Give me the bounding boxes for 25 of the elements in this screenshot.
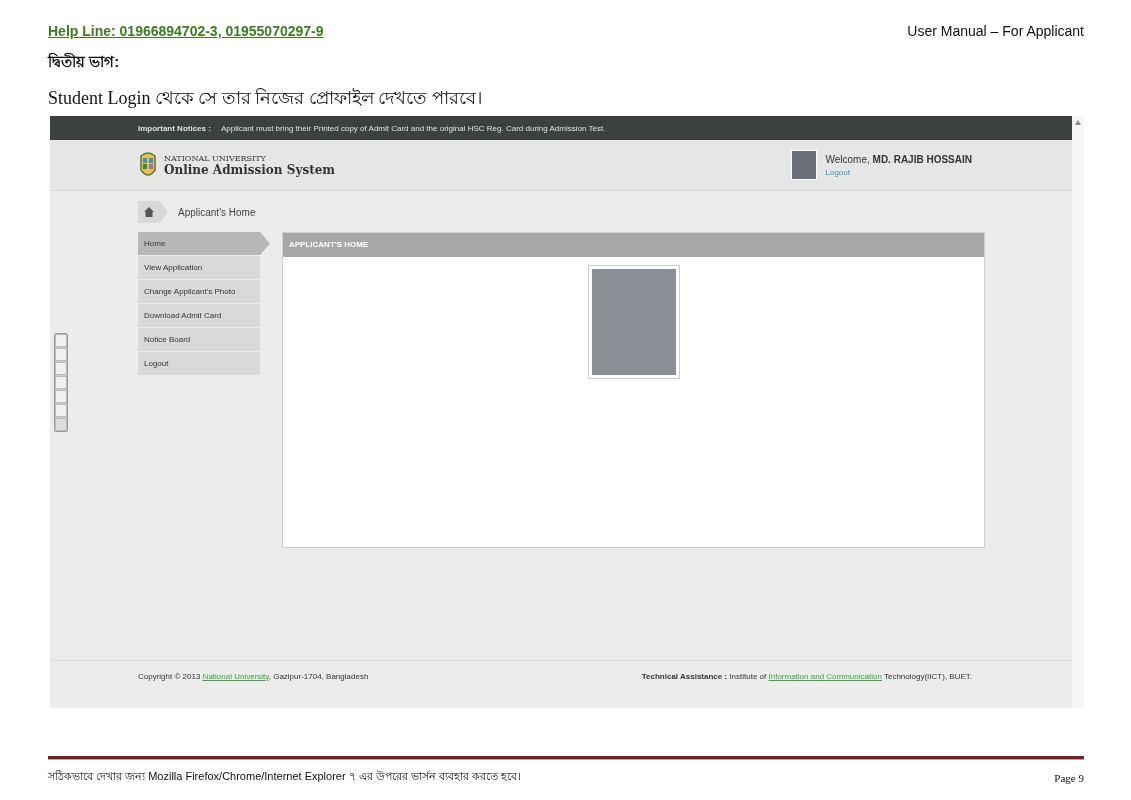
menu-item[interactable]: View Application [138, 256, 260, 279]
university-name: NATIONAL UNIVERSITY [164, 153, 267, 163]
menu-item[interactable]: Logout [138, 352, 260, 375]
section-heading: দ্বিতীয় ভাগ: [48, 51, 121, 72]
manual-title: User Manual – For Applicant [907, 23, 1084, 39]
scroll-up-arrow-icon[interactable] [1075, 120, 1081, 125]
menu-item[interactable]: Download Admit Card [138, 304, 260, 327]
home-icon[interactable] [138, 201, 160, 223]
page-number: Page 9 [1054, 771, 1084, 784]
copyright-text: Copyright © 2013 National University, Gazipur-1704, Bangladesh [138, 671, 369, 681]
notice-label: Important Notices : [138, 123, 211, 133]
menu-item[interactable]: Notice Board [138, 328, 260, 351]
technical-assistance-text: Technical Assistance : Institute of Information and Communication Technology(IICT), BUET. [641, 671, 972, 681]
menu-item[interactable]: Home [138, 232, 270, 255]
intro-text: Student Login থেকে সে তার নিজের প্রোফাইল দেখতে পারবে। [48, 87, 483, 110]
system-title: Online Admission System [164, 162, 336, 177]
browser-note: সঠিকভাবে দেখার জন্য Mozilla Firefox/Chrome/Internet Explorer ৭ এর উপরের ভার্সন ব্যবহার করতে হবে। [48, 769, 522, 784]
notice-text: Applicant must bring their Printed copy of Admit Card and the original HSC Reg. Card during Admission Test. [220, 123, 606, 133]
menu-item[interactable]: Change Applicant's Photo [138, 280, 260, 303]
welcome-text: Welcome, MD. RAJIB HOSSAIN [825, 153, 972, 165]
panel-title: APPLICANT'S HOME [283, 233, 984, 257]
avatar-photo-placeholder [791, 150, 818, 180]
breadcrumb-text: Applicant's Home [178, 206, 256, 218]
toolbar-strip-icon [54, 333, 68, 432]
help-line: Help Line: 01966894702-3, 01955070297-9 [48, 23, 324, 39]
